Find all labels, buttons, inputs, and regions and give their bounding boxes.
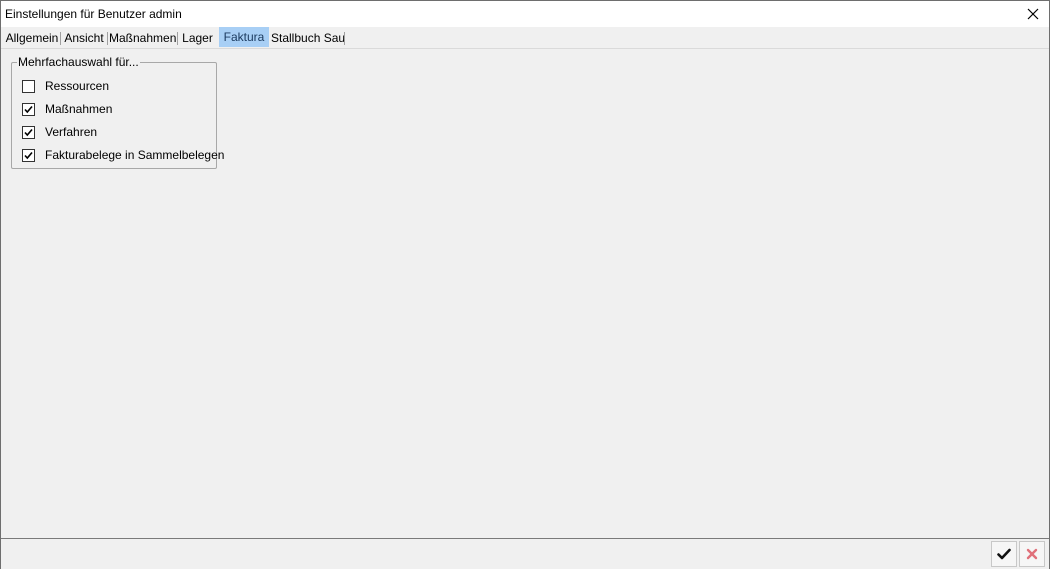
checkbox-verfahren[interactable]: Verfahren: [22, 124, 97, 140]
checkbox-box[interactable]: [22, 148, 35, 162]
checkbox-label: Maßnahmen: [45, 102, 113, 116]
tab-content-faktura: Mehrfachauswahl für... Ressourcen Maßnah…: [1, 49, 1049, 537]
check-icon: [24, 128, 33, 136]
tab-faktura[interactable]: Faktura: [219, 27, 269, 47]
tab-allgemein[interactable]: Allgemein: [4, 29, 60, 47]
checkbox-label: Verfahren: [45, 125, 98, 139]
dialog-footer: [1, 538, 1049, 569]
checkbox-fakturabelege[interactable]: Fakturabelege in Sammelbelegen: [22, 147, 224, 163]
multiselect-groupbox: Mehrfachauswahl für... Ressourcen Maßnah…: [11, 55, 224, 169]
tab-massnahmen[interactable]: Maßnahmen: [109, 29, 176, 47]
checkbox-massnahmen[interactable]: Maßnahmen: [22, 101, 112, 117]
checkbox-box[interactable]: [22, 125, 35, 139]
check-icon: [24, 105, 33, 113]
checkbox-box[interactable]: [22, 79, 35, 93]
tab-stallbuch-sau[interactable]: Stallbuch Sau: [271, 29, 345, 47]
settings-dialog: Einstellungen für Benutzer admin Allgeme…: [0, 0, 1050, 569]
window-title: Einstellungen für Benutzer admin: [5, 7, 182, 21]
check-icon: [24, 151, 33, 159]
checkbox-label: Ressourcen: [45, 79, 110, 93]
checkbox-ressourcen[interactable]: Ressourcen: [22, 78, 109, 94]
tab-ansicht[interactable]: Ansicht: [62, 29, 106, 47]
cancel-button[interactable]: [1019, 541, 1045, 567]
tab-separator: [177, 32, 178, 45]
close-icon: [1027, 8, 1039, 20]
close-button[interactable]: [1017, 1, 1049, 27]
ok-button[interactable]: [991, 541, 1017, 567]
checkbox-label: Fakturabelege in Sammelbelegen: [45, 148, 225, 162]
groupbox-legend: Mehrfachauswahl für...: [17, 55, 140, 69]
tab-separator: [344, 32, 345, 45]
title-bar: Einstellungen für Benutzer admin: [1, 1, 1049, 27]
tab-bar: Allgemein Ansicht Maßnahmen Lager Faktur…: [1, 27, 1049, 49]
cross-icon: [1026, 548, 1038, 560]
tab-lager[interactable]: Lager: [179, 29, 216, 47]
tab-separator: [60, 32, 61, 45]
checkmark-icon: [997, 548, 1011, 560]
checkbox-box[interactable]: [22, 102, 35, 116]
tab-separator: [107, 32, 108, 45]
